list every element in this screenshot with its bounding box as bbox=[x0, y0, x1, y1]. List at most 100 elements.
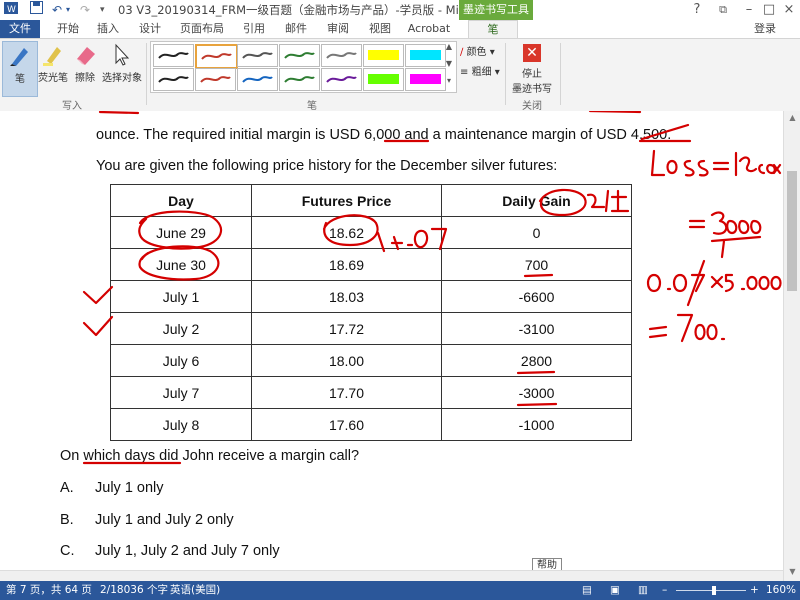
pen-swatch[interactable] bbox=[237, 68, 278, 91]
close-group-label: 关闭 bbox=[522, 101, 542, 112]
ink-result-3000 bbox=[688, 211, 762, 259]
word-count[interactable]: 2/18036 个字 bbox=[100, 581, 168, 600]
ink-result-700 bbox=[648, 313, 726, 343]
gallery-more-icon[interactable]: ▾ bbox=[443, 76, 455, 85]
stop-inking-button[interactable]: ✕ 停止 墨迹书写 bbox=[508, 41, 556, 95]
document-area[interactable]: ounce. The required initial margin is US… bbox=[0, 111, 783, 581]
paragraph-price-history-intro: You are given the following price histor… bbox=[96, 158, 558, 174]
undo-icon[interactable]: ↶ bbox=[52, 1, 62, 19]
print-layout-icon[interactable]: ▣ bbox=[610, 581, 620, 600]
line-weight-icon: ≡ bbox=[460, 67, 469, 78]
write-group-label: 写入 bbox=[62, 101, 82, 112]
cell-price: 17.72 bbox=[251, 312, 442, 345]
option-letter: A. bbox=[60, 480, 74, 496]
pen-swatch[interactable] bbox=[195, 44, 238, 69]
pen-color-dropdown[interactable]: ∕ 颜色 ▾ bbox=[460, 43, 495, 58]
scroll-up-icon[interactable]: ▲ bbox=[784, 113, 800, 122]
undo-dropdown-icon[interactable]: ▾ bbox=[66, 1, 70, 19]
tab-design[interactable]: 设计 bbox=[132, 20, 168, 38]
scrollbar-thumb[interactable] bbox=[787, 171, 797, 291]
paragraph-margin-info: ounce. The required initial margin is US… bbox=[96, 127, 672, 143]
cell-day: June 29 bbox=[110, 216, 252, 249]
column-header-futures-price: Futures Price bbox=[251, 184, 442, 217]
pen-swatch[interactable] bbox=[405, 44, 446, 67]
tab-view[interactable]: 视图 bbox=[362, 20, 398, 38]
ink-tools-context-tab: 墨迹书写工具 bbox=[459, 0, 533, 20]
tab-pen[interactable]: 笔 bbox=[468, 20, 518, 39]
pen-swatch[interactable] bbox=[321, 68, 362, 91]
redo-icon[interactable]: ↷ bbox=[80, 1, 90, 19]
pen-swatch[interactable] bbox=[153, 68, 194, 91]
pen-swatch[interactable] bbox=[405, 68, 446, 91]
tab-file[interactable]: 文件 bbox=[0, 20, 40, 38]
web-layout-icon[interactable]: ▥ bbox=[638, 581, 648, 600]
tab-home[interactable]: 开始 bbox=[50, 20, 86, 38]
gallery-scroll-down-icon[interactable]: ▼ bbox=[443, 59, 455, 68]
tab-layout[interactable]: 页面布局 bbox=[176, 20, 228, 38]
close-x-icon: ✕ bbox=[523, 44, 541, 62]
group-divider bbox=[560, 43, 561, 105]
cell-gain: 700 bbox=[441, 248, 632, 281]
pen-style-gallery bbox=[150, 41, 457, 93]
select-objects-button[interactable]: 选择对象 bbox=[100, 41, 144, 95]
pen-swatch[interactable] bbox=[153, 44, 194, 67]
help-button[interactable]: ? bbox=[684, 0, 710, 20]
zoom-slider-track[interactable] bbox=[676, 590, 746, 591]
pens-group-label: 笔 bbox=[307, 101, 317, 112]
language-indicator[interactable]: 英语(美国) bbox=[170, 581, 220, 600]
ink-underline bbox=[98, 111, 140, 115]
gallery-scroll-up-icon[interactable]: ▲ bbox=[443, 42, 455, 51]
zoom-level[interactable]: 160% bbox=[766, 581, 796, 600]
close-button[interactable]: × bbox=[776, 0, 800, 20]
pen-weight-dropdown[interactable]: ≡ 粗细 ▾ bbox=[460, 63, 500, 78]
scroll-down-icon[interactable]: ▼ bbox=[784, 567, 800, 576]
column-header-day: Day bbox=[110, 184, 252, 217]
tab-references[interactable]: 引用 bbox=[236, 20, 272, 38]
table-header-row: Day Futures Price Daily Gain bbox=[110, 184, 632, 217]
table-row: July 6 18.00 2800 bbox=[110, 344, 632, 377]
pen-swatch[interactable] bbox=[279, 44, 320, 67]
zoom-in-button[interactable]: + bbox=[750, 581, 759, 600]
tab-acrobat[interactable]: Acrobat bbox=[404, 20, 454, 38]
save-icon[interactable] bbox=[30, 1, 43, 19]
ink-check bbox=[82, 285, 114, 305]
pen-button[interactable]: 笔 bbox=[2, 41, 38, 97]
title-bar: W ↶ ▾ ↷ ▾ 03 V3_20190314_FRM一级百题（金融市场与产品… bbox=[0, 0, 800, 20]
cell-price: 17.60 bbox=[251, 408, 442, 441]
highlighter-button[interactable]: 荧光笔 bbox=[36, 41, 70, 95]
table-row: July 1 18.03 -6600 bbox=[110, 280, 632, 313]
pen-swatch[interactable] bbox=[195, 68, 236, 91]
read-mode-icon[interactable]: ▤ bbox=[582, 581, 592, 600]
cell-gain: -6600 bbox=[441, 280, 632, 313]
pen-swatch[interactable] bbox=[363, 68, 404, 91]
eraser-button[interactable]: 擦除 bbox=[70, 41, 100, 95]
tab-insert[interactable]: 插入 bbox=[90, 20, 126, 38]
pen-swatch[interactable] bbox=[363, 44, 404, 67]
cell-gain: -3100 bbox=[441, 312, 632, 345]
vertical-scrollbar[interactable]: ▲ ▼ bbox=[783, 111, 800, 581]
customize-toolbar-icon[interactable]: ▾ bbox=[100, 1, 105, 19]
pen-swatch[interactable] bbox=[279, 68, 320, 91]
pen-swatch[interactable] bbox=[321, 44, 362, 67]
sign-in-link[interactable]: 登录 bbox=[754, 20, 776, 38]
cell-day: June 30 bbox=[110, 248, 252, 281]
pen-icon bbox=[10, 48, 28, 66]
tab-review[interactable]: 审阅 bbox=[320, 20, 356, 38]
page-count[interactable]: 第 7 页，共 64 页 bbox=[6, 581, 92, 600]
cell-price: 18.62 bbox=[251, 216, 442, 249]
column-header-daily-gain: Daily Gain bbox=[441, 184, 632, 217]
cursor-arrow-icon bbox=[115, 43, 130, 66]
cell-gain: -1000 bbox=[441, 408, 632, 441]
zoom-out-button[interactable]: – bbox=[662, 581, 667, 600]
cell-price: 18.03 bbox=[251, 280, 442, 313]
ribbon-display-options-button[interactable]: ⧉ bbox=[710, 0, 736, 20]
group-divider bbox=[146, 43, 147, 105]
question-text: On which days did John receive a margin … bbox=[60, 448, 360, 464]
zoom-slider-thumb[interactable] bbox=[712, 586, 716, 595]
pen-swatch[interactable] bbox=[237, 44, 278, 67]
tab-mailings[interactable]: 邮件 bbox=[278, 20, 314, 38]
group-divider bbox=[505, 43, 506, 105]
ink-calc-formula bbox=[646, 259, 782, 307]
svg-text:W: W bbox=[7, 5, 16, 15]
ribbon: 笔 荧光笔 擦除 选择对象 写入 ▲ ▼ ▾ ∕ 颜色 ▾ ≡ 粗细 ▾ 笔 ✕… bbox=[0, 38, 800, 112]
